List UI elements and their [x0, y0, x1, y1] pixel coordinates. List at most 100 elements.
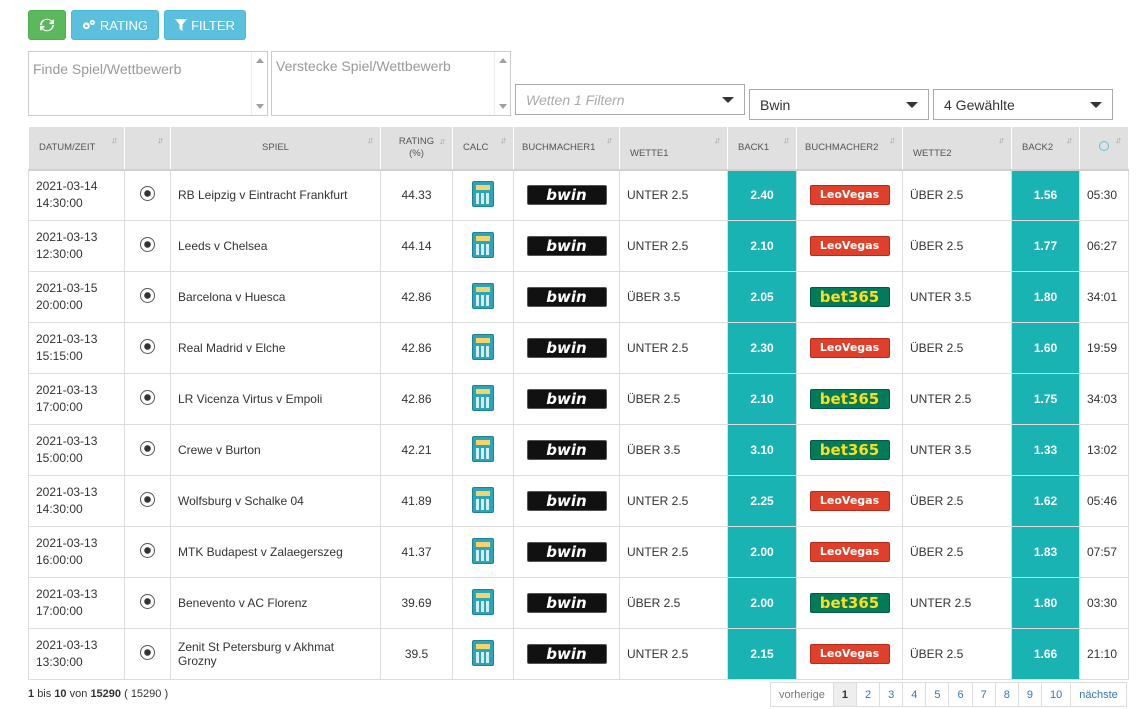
calculator-icon[interactable] [472, 639, 494, 666]
column-header-bet1[interactable]: WETTE1 ↓↑ [619, 126, 728, 171]
bookmaker2-cell[interactable]: LeoVegas [796, 169, 903, 221]
calc-cell[interactable] [452, 220, 514, 272]
column-header-back1[interactable]: BACK1 ↓↑ [727, 126, 797, 171]
bookmaker1-cell[interactable]: bwin [513, 628, 620, 680]
calculator-icon[interactable] [472, 384, 494, 411]
bookmaker1-cell[interactable]: bwin [513, 220, 620, 272]
bookmaker1-cell[interactable]: bwin [513, 577, 620, 629]
back2-cell[interactable]: 1.77 [1011, 220, 1080, 272]
calc-cell[interactable] [452, 577, 514, 629]
back1-cell[interactable]: 2.15 [727, 628, 797, 680]
pagination-page[interactable]: 5 [925, 682, 950, 707]
back1-cell[interactable]: 2.10 [727, 220, 797, 272]
calculator-icon[interactable] [472, 333, 494, 360]
back2-cell[interactable]: 1.60 [1011, 322, 1080, 374]
pagination-page[interactable]: 2 [855, 682, 881, 707]
back2-cell[interactable]: 1.80 [1011, 271, 1080, 323]
pagination-page[interactable]: 8 [994, 682, 1019, 707]
table-row[interactable]: 2021-03-13 15:15:00 Real Madrid v Elche 42.… [28, 322, 1129, 374]
column-header-countdown[interactable]: ↓↑ [1079, 126, 1129, 171]
multi-select[interactable]: 4 Gewählte [933, 89, 1113, 120]
rating-button[interactable]: RATING [71, 10, 159, 40]
column-header-rating[interactable]: RATING (%) ↓↑ [380, 126, 453, 171]
refresh-button[interactable] [28, 10, 66, 40]
bookmaker2-cell[interactable]: LeoVegas [796, 220, 903, 272]
pagination-page[interactable]: 10 [1040, 682, 1072, 707]
table-row[interactable]: 2021-03-13 17:00:00 LR Vicenza Virtus v Em… [28, 373, 1129, 425]
pagination-page[interactable]: 3 [879, 682, 904, 707]
back1-cell[interactable]: 2.40 [727, 169, 797, 221]
back1-cell[interactable]: 2.00 [727, 526, 797, 578]
table-row[interactable]: 2021-03-14 14:30:00 RB Leipzig v Eintracht… [28, 169, 1129, 221]
bookmaker1-cell[interactable]: bwin [513, 424, 620, 476]
bookmaker2-cell[interactable]: LeoVegas [796, 475, 903, 527]
column-header-bookmaker2[interactable]: BUCHMACHER2 ↓↑ [796, 126, 903, 171]
back1-cell[interactable]: 2.00 [727, 577, 797, 629]
back1-cell[interactable]: 2.05 [727, 271, 797, 323]
back1-cell[interactable]: 2.30 [727, 322, 797, 374]
calc-cell[interactable] [452, 526, 514, 578]
calc-cell[interactable] [452, 424, 514, 476]
calculator-icon[interactable] [472, 180, 494, 207]
table-row[interactable]: 2021-03-13 12:30:00 Leeds v Chelsea 44.14 bw… [28, 220, 1129, 272]
calc-cell[interactable] [452, 628, 514, 680]
calculator-icon[interactable] [472, 231, 494, 258]
column-header-back2[interactable]: BACK2 ↓↑ [1011, 126, 1080, 171]
pagination-page[interactable]: 1 [832, 682, 857, 707]
pagination-next[interactable]: nächste [1070, 682, 1127, 707]
column-header-sport[interactable]: ↓↑ [124, 126, 171, 171]
pagination-prev[interactable]: vorherige [770, 682, 834, 707]
calc-cell[interactable] [452, 373, 514, 425]
table-row[interactable]: 2021-03-13 15:00:00 Crewe v Burton 42.21 bwi… [28, 424, 1129, 476]
bookmaker2-cell[interactable]: LeoVegas [796, 526, 903, 578]
bookmaker1-cell[interactable]: bwin [513, 271, 620, 323]
back2-cell[interactable]: 1.66 [1011, 628, 1080, 680]
column-header-match[interactable]: SPIEL ↓↑ [170, 126, 381, 171]
back2-cell[interactable]: 1.33 [1011, 424, 1080, 476]
table-row[interactable]: 2021-03-13 16:00:00 MTK Budapest v Zalaege… [28, 526, 1129, 578]
calc-cell[interactable] [452, 271, 514, 323]
calculator-icon[interactable] [472, 435, 494, 462]
table-row[interactable]: 2021-03-13 13:30:00 Zenit St Petersburg v … [28, 628, 1129, 680]
calc-cell[interactable] [452, 475, 514, 527]
bookmaker-select[interactable]: Bwin [749, 89, 929, 120]
bookmaker1-cell[interactable]: bwin [513, 169, 620, 221]
calculator-icon[interactable] [472, 537, 494, 564]
calc-cell[interactable] [452, 322, 514, 374]
back1-cell[interactable]: 2.10 [727, 373, 797, 425]
bookmaker2-cell[interactable]: LeoVegas [796, 628, 903, 680]
find-match-input[interactable]: Finde Spiel/Wettbewerb [28, 51, 268, 116]
column-header-date[interactable]: DATUM/ZEIT ↓↑ [28, 126, 125, 171]
bookmaker1-cell[interactable]: bwin [513, 373, 620, 425]
back2-cell[interactable]: 1.56 [1011, 169, 1080, 221]
back2-cell[interactable]: 1.83 [1011, 526, 1080, 578]
bookmaker2-cell[interactable]: bet365 [796, 271, 903, 323]
pagination-page[interactable]: 7 [971, 682, 996, 707]
bookmaker1-cell[interactable]: bwin [513, 475, 620, 527]
find-match-scrollbar[interactable] [251, 52, 267, 115]
hide-match-input[interactable]: Verstecke Spiel/Wettbewerb [271, 51, 511, 116]
pagination-page[interactable]: 9 [1017, 682, 1042, 707]
bet-filter-select[interactable]: Wetten 1 Filtern [515, 84, 745, 115]
calculator-icon[interactable] [472, 588, 494, 615]
table-row[interactable]: 2021-03-13 17:00:00 Benevento v AC Florenz… [28, 577, 1129, 629]
back2-cell[interactable]: 1.80 [1011, 577, 1080, 629]
table-row[interactable]: 2021-03-13 14:30:00 Wolfsburg v Schalke 04… [28, 475, 1129, 527]
back2-cell[interactable]: 1.62 [1011, 475, 1080, 527]
column-header-bet2[interactable]: WETTE2 ↓↑ [902, 126, 1012, 171]
calculator-icon[interactable] [472, 486, 494, 513]
bookmaker2-cell[interactable]: bet365 [796, 577, 903, 629]
pagination-page[interactable]: 6 [948, 682, 973, 707]
table-row[interactable]: 2021-03-15 20:00:00 Barcelona v Huesca 42.8… [28, 271, 1129, 323]
back2-cell[interactable]: 1.75 [1011, 373, 1080, 425]
bookmaker2-cell[interactable]: bet365 [796, 373, 903, 425]
bookmaker1-cell[interactable]: bwin [513, 322, 620, 374]
hide-match-scrollbar[interactable] [494, 52, 510, 115]
back1-cell[interactable]: 2.25 [727, 475, 797, 527]
pagination-page[interactable]: 4 [902, 682, 927, 707]
column-header-calc[interactable]: CALC ↓↑ [452, 126, 514, 171]
column-header-bookmaker1[interactable]: BUCHMACHER1 ↓↑ [513, 126, 620, 171]
calc-cell[interactable] [452, 169, 514, 221]
back1-cell[interactable]: 3.10 [727, 424, 797, 476]
bookmaker2-cell[interactable]: LeoVegas [796, 322, 903, 374]
